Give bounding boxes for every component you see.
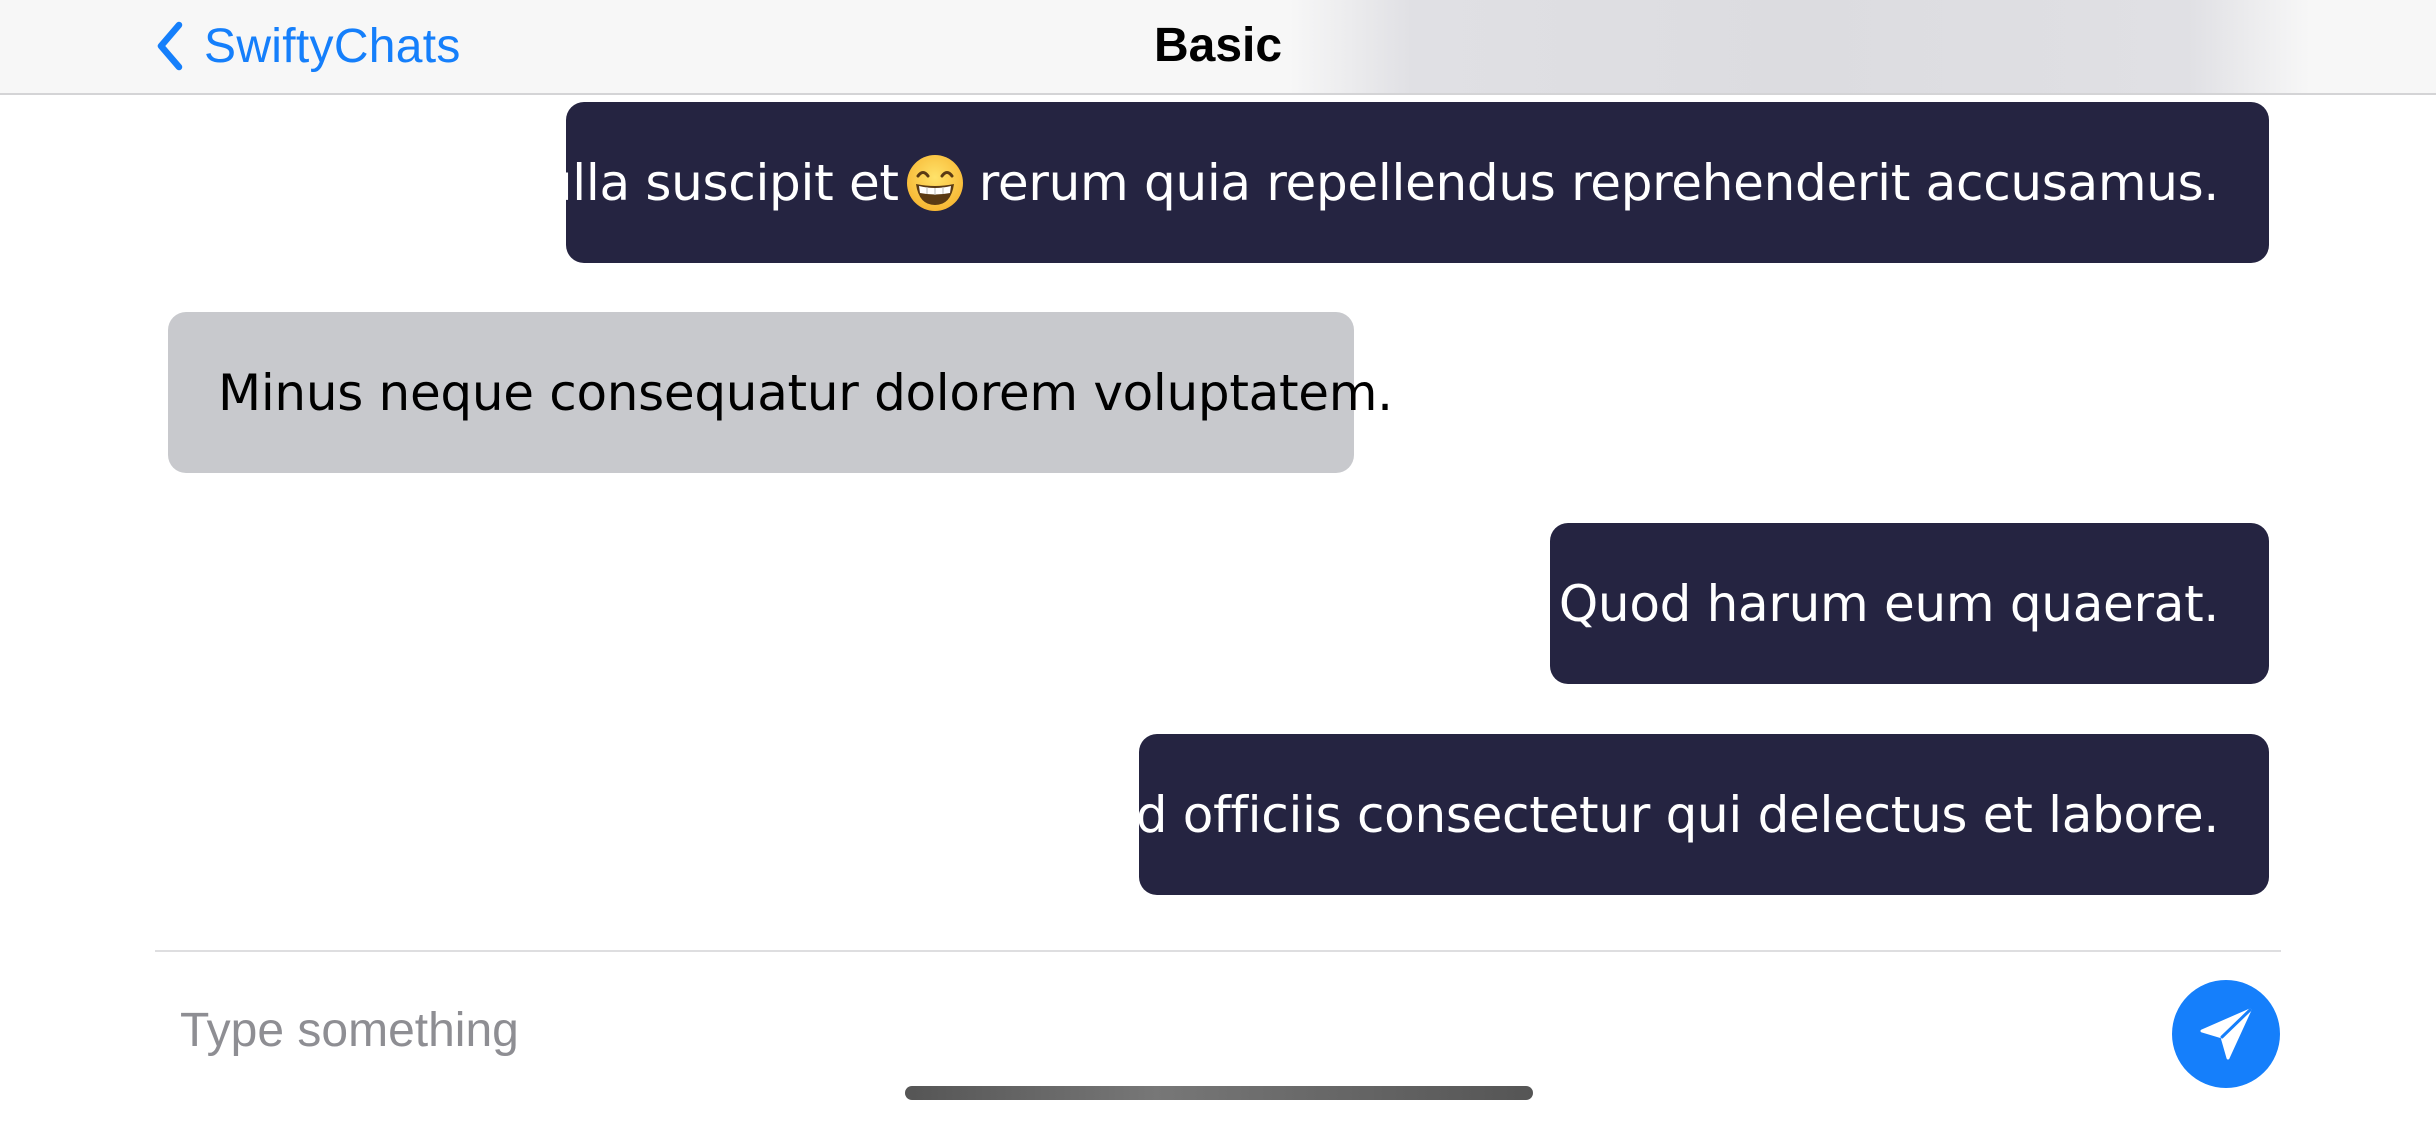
home-indicator	[905, 1086, 1533, 1100]
send-button[interactable]	[2172, 980, 2280, 1088]
message-input[interactable]	[180, 990, 2080, 1070]
message-list[interactable]: Nulla suscipit et rerum quia repellendus…	[0, 95, 2436, 950]
page-title: Basic	[1153, 19, 1283, 72]
message-bubble-incoming[interactable]: Minus neque consequatur dolorem voluptat…	[168, 312, 1393, 473]
message-text: Nulla suscipit et	[503, 153, 899, 212]
message-bubble-outgoing[interactable]: Quod harum eum quaerat.	[1550, 523, 2269, 684]
message-text: rerum quia repellendus reprehenderit acc…	[978, 153, 2220, 212]
message-text: Quod harum eum quaerat.	[1558, 574, 2219, 633]
message-text: Minus neque consequatur dolorem voluptat…	[218, 363, 1393, 422]
chat-screen: SwiftyChats Basic Nulla suscipit et reru…	[0, 0, 2436, 1125]
navigation-bar: SwiftyChats Basic	[0, 0, 2436, 95]
navbar-shade	[1290, 0, 2310, 93]
grinning-face-emoji-icon	[905, 153, 965, 213]
paper-plane-icon[interactable]	[2195, 1003, 2257, 1065]
message-bubble-outgoing[interactable]: Nulla suscipit et rerum quia repellendus…	[504, 102, 2269, 263]
back-button-label[interactable]: SwiftyChats	[204, 19, 461, 74]
message-bubble-outgoing[interactable]: Ad officiis consectetur qui delectus et …	[1103, 734, 2269, 895]
composer-divider	[155, 950, 2281, 952]
back-button[interactable]: SwiftyChats	[150, 14, 461, 78]
message-text: Ad officiis consectetur qui delectus et …	[1102, 785, 2220, 844]
chevron-left-icon[interactable]	[150, 18, 190, 74]
